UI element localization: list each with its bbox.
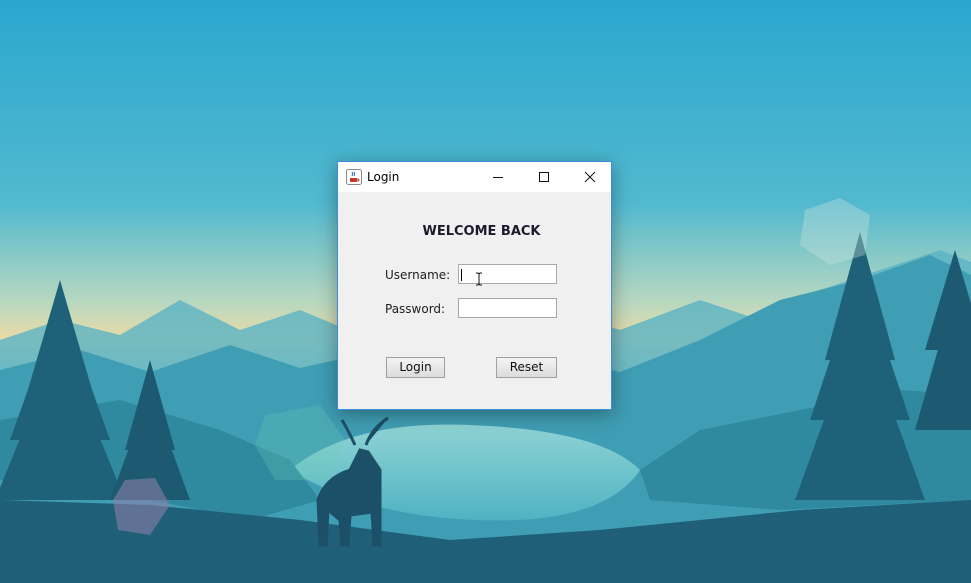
reset-button[interactable]: Reset bbox=[496, 357, 557, 378]
java-cup-icon bbox=[346, 169, 362, 185]
username-field[interactable] bbox=[458, 264, 557, 284]
welcome-heading: WELCOME BACK bbox=[422, 224, 541, 239]
close-button[interactable] bbox=[567, 162, 613, 192]
title-bar[interactable]: Login bbox=[338, 162, 611, 192]
minimize-button[interactable] bbox=[475, 162, 521, 192]
text-caret bbox=[461, 269, 462, 281]
login-button[interactable]: Login bbox=[386, 357, 445, 378]
username-label: Username: bbox=[385, 268, 451, 282]
minimize-icon bbox=[493, 177, 503, 178]
close-icon bbox=[584, 171, 596, 183]
maximize-button[interactable] bbox=[521, 162, 567, 192]
login-window: Login WELCOME BACK Username: Password: L… bbox=[337, 161, 612, 410]
ibeam-cursor-icon bbox=[476, 272, 482, 286]
window-title: Login bbox=[367, 170, 400, 184]
maximize-icon bbox=[539, 172, 549, 182]
password-field[interactable] bbox=[458, 298, 557, 318]
password-label: Password: bbox=[385, 302, 446, 316]
